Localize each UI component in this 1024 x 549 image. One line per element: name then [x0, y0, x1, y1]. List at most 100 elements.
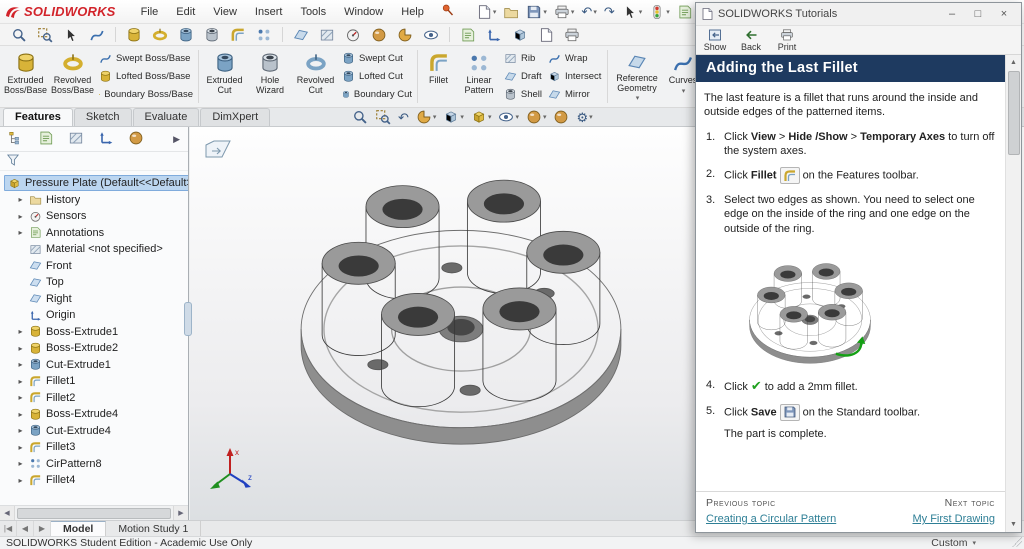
section-view-icon[interactable]: ▾ [416, 109, 436, 125]
tab-model[interactable]: Model [51, 521, 107, 536]
tree-item-sensors[interactable]: ▸ Sensors [0, 208, 188, 225]
tab-motion-study-1[interactable]: Motion Study 1 [106, 521, 202, 536]
extruded-boss-base-button[interactable]: Extruded Boss/Base [2, 47, 49, 106]
save-icon[interactable]: ▾ [523, 2, 550, 22]
tree-item-fillet4[interactable]: ▸ Fillet4 [0, 472, 188, 489]
tree-item-right-plane[interactable]: ▸Right [0, 291, 188, 308]
file-properties-icon[interactable] [674, 2, 696, 22]
display-style-icon[interactable]: ▾ [471, 109, 491, 125]
filter-funnel-icon[interactable] [6, 153, 20, 170]
display-manager-tab-icon[interactable] [128, 130, 144, 149]
toolbar-icon[interactable] [34, 25, 56, 45]
intersect-button[interactable]: Intersect [545, 68, 605, 85]
tree-item-fillet1[interactable]: ▸ Fillet1 [0, 373, 188, 390]
toolbar-icon[interactable] [316, 25, 338, 45]
apply-scene-icon[interactable] [553, 109, 569, 125]
tab-sketch[interactable]: Sketch [73, 108, 132, 126]
linear-pattern-button[interactable]: Linear Pattern [457, 47, 501, 106]
back-button[interactable]: Back [736, 28, 766, 52]
dimxpert-manager-tab-icon[interactable] [98, 130, 114, 149]
scrollbar-thumb[interactable] [1007, 71, 1020, 155]
hole-wizard-button[interactable]: Hole Wizard [248, 47, 292, 106]
toolbar-icon[interactable] [201, 25, 223, 45]
tree-item-fillet2[interactable]: ▸ Fillet2 [0, 390, 188, 407]
extruded-cut-button[interactable]: Extruded Cut [201, 47, 248, 106]
tree-item-cut-extrude1[interactable]: ▸ Cut-Extrude1 [0, 357, 188, 374]
previous-view-icon[interactable]: ↶ [398, 111, 409, 124]
tab-scroll-left-icon[interactable]: ◀ [17, 521, 34, 536]
undo-icon[interactable]: ↶ ▾ [578, 2, 599, 22]
tree-item-cirpattern8[interactable]: ▸ CirPattern8 [0, 456, 188, 473]
toolbar-icon[interactable] [227, 25, 249, 45]
tab-dimxpert[interactable]: DimXpert [200, 108, 271, 126]
toolbar-icon[interactable] [535, 25, 557, 45]
shell-button[interactable]: Shell [501, 86, 545, 103]
toolbar-icon[interactable] [123, 25, 145, 45]
edit-appearance-icon[interactable]: ▾ [526, 109, 546, 125]
toolbar-icon[interactable] [86, 25, 108, 45]
new-document-icon[interactable]: ▾ [473, 2, 500, 22]
maximize-button[interactable]: □ [965, 5, 991, 23]
print-button[interactable]: Print [772, 28, 802, 52]
tutorial-title-bar[interactable]: SOLIDWORKS Tutorials – □ × [696, 3, 1021, 25]
tree-item-fillet3[interactable]: ▸ Fillet3 [0, 439, 188, 456]
scroll-right-icon[interactable]: ▶ [173, 505, 188, 521]
annotation-view-tag-icon[interactable] [204, 139, 232, 162]
custom-view-selector[interactable]: Custom ▾ [931, 537, 976, 549]
fillet-button[interactable]: Fillet [420, 47, 457, 106]
menu-window[interactable]: Window [335, 2, 392, 22]
show-toc-button[interactable]: Show [700, 28, 730, 52]
toolbar-icon[interactable] [509, 25, 531, 45]
zoom-to-area-icon[interactable] [375, 109, 391, 125]
reference-geometry-button[interactable]: Reference Geometry ▾ [610, 47, 664, 106]
mirror-button[interactable]: Mirror [545, 86, 605, 103]
menu-file[interactable]: File [132, 2, 168, 22]
tutorial-scrollbar[interactable]: ▲ ▼ [1005, 55, 1021, 532]
scroll-left-icon[interactable]: ◀ [0, 505, 15, 521]
lofted-boss-base-button[interactable]: Lofted Boss/Base [96, 68, 196, 85]
view-settings-icon[interactable]: ⚙ ▾ [576, 111, 592, 124]
menu-help[interactable]: Help [392, 2, 433, 22]
tree-item-origin[interactable]: ▸Origin [0, 307, 188, 324]
redo-icon[interactable]: ↷ [601, 2, 618, 22]
print-icon[interactable]: ▾ [551, 2, 578, 22]
menu-insert[interactable]: Insert [246, 2, 292, 22]
scroll-up-icon[interactable]: ▲ [1006, 55, 1021, 70]
tree-item-boss-extrude4[interactable]: ▸ Boss-Extrude4 [0, 406, 188, 423]
tree-item-cut-extrude4[interactable]: ▸ Cut-Extrude4 [0, 423, 188, 440]
panel-splitter-handle[interactable] [184, 302, 192, 336]
view-orientation-icon[interactable]: ▾ [443, 109, 464, 125]
close-button[interactable]: × [991, 5, 1017, 23]
toolbar-icon[interactable] [253, 25, 275, 45]
tab-scroll-first-icon[interactable]: |◀ [0, 521, 17, 536]
revolved-cut-button[interactable]: Revolved Cut [292, 47, 339, 106]
toolbar-icon[interactable] [290, 25, 312, 45]
feature-manager-tab-icon[interactable] [8, 130, 24, 149]
menu-tools[interactable]: Tools [291, 2, 335, 22]
open-document-icon[interactable] [500, 2, 522, 22]
scrollbar-thumb[interactable] [17, 507, 171, 519]
configuration-manager-tab-icon[interactable] [68, 130, 84, 149]
menu-view[interactable]: View [204, 2, 246, 22]
next-topic-link[interactable]: My First Drawing [912, 513, 995, 525]
part-3d-model[interactable] [260, 137, 662, 448]
lofted-cut-button[interactable]: Lofted Cut [339, 68, 415, 85]
wrap-button[interactable]: Wrap [545, 50, 605, 67]
tree-horizontal-scrollbar[interactable]: ◀ ▶ [0, 505, 188, 521]
tree-item-history[interactable]: ▸ History [0, 192, 188, 209]
toolbar-icon[interactable] [342, 25, 364, 45]
toolbar-icon[interactable] [8, 25, 30, 45]
swept-boss-base-button[interactable]: Swept Boss/Base [96, 50, 196, 67]
resize-grip[interactable] [1012, 537, 1022, 547]
toolbar-icon[interactable] [483, 25, 505, 45]
rib-button[interactable]: Rib [501, 50, 545, 67]
tree-item-boss-extrude2[interactable]: ▸ Boss-Extrude2 [0, 340, 188, 357]
tree-item-annotations[interactable]: ▸ Annotations [0, 225, 188, 242]
toolbar-icon[interactable] [394, 25, 416, 45]
tree-item-part-root[interactable]: Pressure Plate (Default<<Default>_P... [0, 175, 188, 192]
boundary-cut-button[interactable]: Boundary Cut [339, 86, 415, 103]
property-manager-tab-icon[interactable] [38, 130, 54, 149]
revolved-boss-base-button[interactable]: Revolved Boss/Base [49, 47, 96, 106]
toolbar-icon[interactable] [457, 25, 479, 45]
toolbar-icon[interactable] [175, 25, 197, 45]
